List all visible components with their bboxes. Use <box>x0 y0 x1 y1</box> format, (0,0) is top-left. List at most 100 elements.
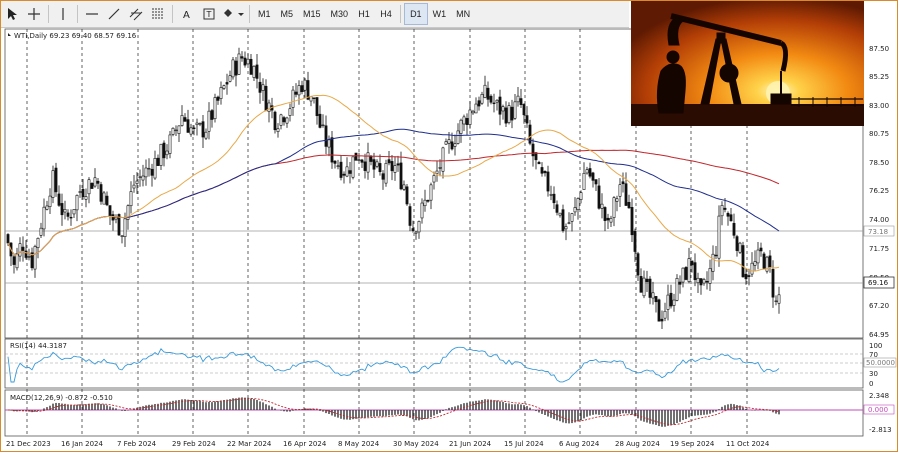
date-tick: 29 Feb 2024 <box>172 440 216 448</box>
candle-body <box>51 170 55 198</box>
candle-body <box>642 277 646 297</box>
candle-body <box>567 222 571 224</box>
candle-body <box>711 253 715 272</box>
candle-body <box>54 167 58 193</box>
candle-body <box>462 116 466 125</box>
candle-body <box>63 209 67 213</box>
date-tick: 22 Mar 2024 <box>227 440 272 448</box>
candle-body <box>216 96 220 101</box>
candle-body <box>246 58 250 65</box>
candle-body <box>636 253 640 276</box>
candle-body <box>618 184 622 197</box>
candle-body <box>276 128 280 132</box>
candle-body <box>321 124 325 127</box>
candle-body <box>687 258 691 282</box>
candle-body <box>594 179 598 185</box>
candle-body <box>144 167 148 178</box>
candle-body <box>150 168 154 176</box>
candle-body <box>681 267 685 283</box>
candle-body <box>522 104 526 116</box>
candle-body <box>603 207 607 221</box>
oil-pump-photo <box>631 1 864 126</box>
rsi-tick: 30 <box>869 370 878 378</box>
date-axis: 21 Dec 2023 16 Jan 2024 7 Feb 2024 29 Fe… <box>6 440 770 448</box>
candle-body <box>741 245 745 278</box>
candle-body <box>207 110 211 132</box>
candle-body <box>753 261 757 266</box>
date-tick: 8 May 2024 <box>338 440 380 448</box>
candle-body <box>450 141 454 150</box>
candle-body <box>171 127 175 135</box>
candle-body <box>408 206 412 226</box>
candle-body <box>756 249 760 264</box>
candle-body <box>738 242 742 253</box>
candle-body <box>375 161 379 167</box>
candle-body <box>384 163 388 184</box>
candle-body <box>360 159 364 163</box>
rsi-line <box>7 346 780 383</box>
candle-body <box>111 214 115 221</box>
current-price-text: 69.16 <box>868 279 889 287</box>
candle-body <box>504 107 508 124</box>
price-tick: 78.50 <box>869 159 889 167</box>
candle-body <box>555 204 559 213</box>
candle-body <box>726 212 730 217</box>
candle-body <box>441 147 445 172</box>
candle-body <box>561 209 565 231</box>
candle-body <box>429 184 433 201</box>
candle-body <box>615 198 619 202</box>
candle-body <box>84 196 88 200</box>
candle-body <box>717 215 721 259</box>
candle-body <box>669 292 673 307</box>
candle-body <box>714 254 718 257</box>
candle-body <box>291 89 295 108</box>
candle-body <box>357 159 361 161</box>
candle-body <box>459 119 463 134</box>
price-tick: 71.75 <box>869 245 889 253</box>
candle-body <box>453 143 457 147</box>
candle-body <box>495 99 499 103</box>
candle-body <box>588 168 592 177</box>
candle-body <box>735 236 739 251</box>
candle-body <box>549 194 553 196</box>
candle-body <box>369 156 373 162</box>
candle-body <box>36 237 40 248</box>
rsi-tick: 100 <box>869 342 882 350</box>
candle-body <box>255 64 259 79</box>
candle-body <box>225 82 229 85</box>
date-tick: 21 Jun 2024 <box>449 440 492 448</box>
macd-tick: -2.813 <box>869 426 892 434</box>
candle-body <box>195 122 199 126</box>
candle-body <box>189 127 193 135</box>
date-tick: 15 Jul 2024 <box>504 440 544 448</box>
candle-body <box>759 247 763 252</box>
candle-body <box>537 161 541 165</box>
candle-body <box>678 281 682 285</box>
candle-body <box>159 143 163 166</box>
candle-body <box>747 275 751 277</box>
candle-body <box>105 195 109 206</box>
candle-body <box>426 199 430 202</box>
candle-body <box>192 127 196 130</box>
candle-body <box>546 171 550 192</box>
candle-body <box>6 234 10 244</box>
candle-body <box>312 97 316 99</box>
candle-body <box>393 165 397 173</box>
candle-body <box>174 129 178 132</box>
candle-body <box>294 91 298 95</box>
candle-body <box>66 212 70 217</box>
candle-body <box>87 179 91 195</box>
date-tick: 6 Aug 2024 <box>559 440 600 448</box>
candle-body <box>267 102 271 112</box>
candle-body <box>750 262 754 275</box>
candle-body <box>231 59 235 78</box>
price-tick: 76.25 <box>869 187 889 195</box>
candle-body <box>585 169 589 174</box>
candle-body <box>261 84 265 91</box>
candle-body <box>132 184 136 189</box>
candle-body <box>60 203 64 216</box>
candle-body <box>72 209 76 215</box>
candle-body <box>597 185 601 209</box>
candle-body <box>612 197 616 218</box>
candle-body <box>288 108 292 116</box>
